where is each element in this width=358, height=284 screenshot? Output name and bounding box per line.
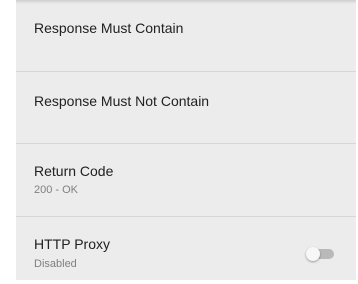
setting-title: Return Code [34, 163, 114, 179]
setting-title: Response Must Contain [34, 20, 184, 36]
toggle-thumb [306, 247, 320, 261]
setting-value: Disabled [34, 258, 77, 270]
setting-response-must-contain[interactable]: Response Must Contain [16, 0, 356, 72]
setting-response-must-not-contain[interactable]: Response Must Not Contain [16, 72, 356, 144]
setting-value: 200 - OK [34, 184, 79, 196]
settings-panel: Response Must Contain Response Must Not … [16, 0, 356, 280]
setting-title: HTTP Proxy [34, 236, 110, 252]
setting-return-code[interactable]: Return Code 200 - OK [16, 144, 356, 217]
http-proxy-toggle[interactable] [306, 247, 334, 261]
setting-http-proxy[interactable]: HTTP Proxy Disabled [16, 217, 356, 280]
setting-title: Response Must Not Contain [34, 93, 210, 109]
